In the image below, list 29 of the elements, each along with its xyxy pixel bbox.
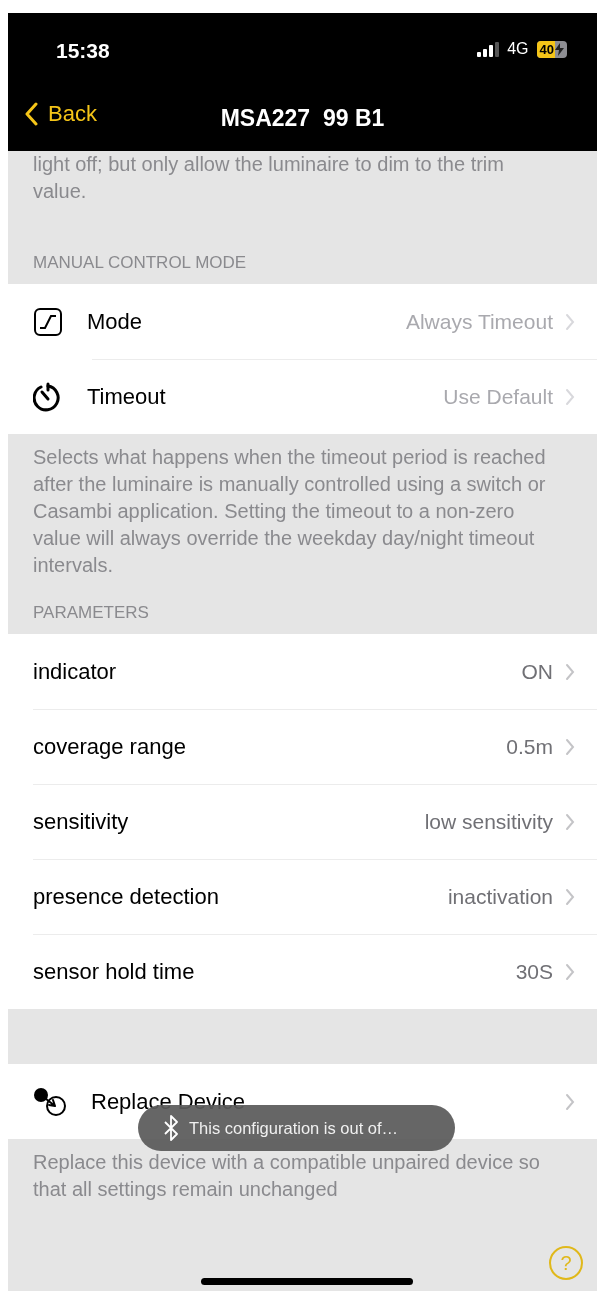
chevron-icon: [565, 887, 575, 906]
timer-icon: [33, 380, 63, 413]
settings-row[interactable]: sensitivity low sensitivity: [8, 784, 597, 859]
network-label: 4G: [507, 40, 529, 58]
chevron-icon: [565, 387, 575, 406]
settings-row[interactable]: indicator ON: [8, 634, 597, 709]
clock-time: 15:38: [56, 39, 110, 63]
mode-icon: [33, 306, 63, 337]
chevron-icon: [565, 1092, 575, 1111]
description-text: Selects what happens when the timeout period is reached after the luminaire is manually controlled using a switch or Casambi application. Setting the timeout to a non-zero value will always override the weekday day/night timeout intervals.: [33, 445, 547, 578]
signal-icon: [477, 41, 500, 57]
chevron-icon: [565, 312, 575, 331]
replace-device-icon: [33, 1086, 67, 1117]
description-text: light off; but only allow the luminaire to dim to the trim value.: [33, 152, 505, 204]
chevron-icon: [565, 737, 575, 756]
bluetooth-icon: [163, 1115, 179, 1141]
battery-indicator: 40: [536, 40, 567, 58]
back-chevron-icon: [24, 102, 38, 126]
chevron-icon: [565, 962, 575, 981]
section-header: MANUAL CONTROL MODE: [33, 253, 247, 272]
settings-row[interactable]: coverage range 0.5m: [8, 709, 597, 784]
back-button[interactable]: Back: [20, 99, 101, 129]
settings-row[interactable]: presence detection inactivation: [8, 859, 597, 934]
settings-row[interactable]: sensor hold time 30S: [8, 934, 597, 1009]
chevron-icon: [565, 812, 575, 831]
screen-title: MSA227 99 B1: [220, 105, 385, 131]
description-text: Replace this device with a compatible unpaired device so that all settings remain unchanged: [33, 1150, 541, 1202]
section-header: PARAMETERS: [33, 603, 149, 622]
chevron-icon: [565, 662, 575, 681]
